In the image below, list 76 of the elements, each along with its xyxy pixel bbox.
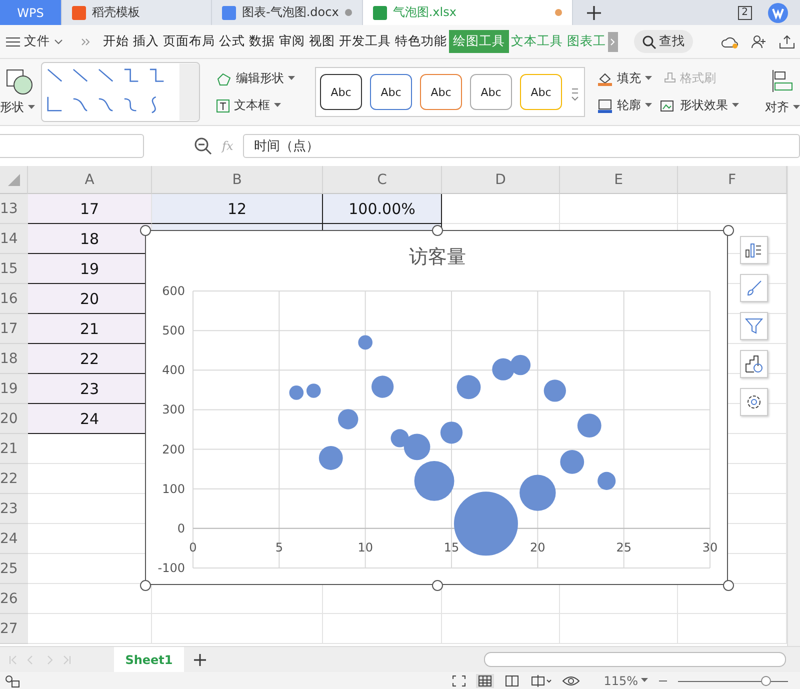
document-tab[interactable]: 气泡图.xlsx (362, 0, 573, 25)
column-header[interactable]: D (442, 166, 560, 194)
row-header[interactable]: 27 (0, 614, 28, 644)
row-header[interactable]: 21 (0, 434, 28, 464)
row-header[interactable]: 26 (0, 584, 28, 614)
shape-effects-button[interactable]: 形状效果 (660, 97, 739, 114)
row-header[interactable]: 23 (0, 494, 28, 524)
row-header[interactable]: 17 (0, 314, 28, 344)
table-cell: 12 (152, 194, 323, 224)
x-tick-label: 25 (616, 540, 632, 554)
row-header[interactable]: 19 (0, 374, 28, 404)
y-tick-label: 300 (162, 402, 185, 417)
y-tick-label: 100 (162, 482, 185, 496)
align-button[interactable]: 对齐 (765, 98, 800, 116)
x-tick-label: 30 (702, 540, 718, 554)
menu-tab[interactable]: 文本工具 (509, 30, 565, 53)
document-tab[interactable]: 图表-气泡图.docx (212, 0, 363, 25)
outline-button[interactable]: 轮廓 (597, 97, 652, 114)
menu-tab[interactable]: 图表工 (565, 30, 608, 53)
shape-style[interactable]: Abc (420, 74, 462, 110)
row-header[interactable]: 18 (0, 344, 28, 374)
column-header[interactable]: C (323, 166, 442, 194)
column-header[interactable]: A (28, 166, 152, 194)
row-header[interactable]: 15 (0, 254, 28, 284)
y-tick-label: 200 (162, 442, 185, 456)
column-header[interactable]: B (152, 166, 323, 194)
x-tick-label: 5 (275, 540, 283, 554)
table-cell: 18 (28, 224, 152, 254)
menu-tab[interactable]: 插入 (131, 30, 161, 53)
table-cell: 17 (28, 194, 152, 224)
row-header[interactable]: 14 (0, 224, 28, 254)
menu-tab[interactable]: 开发工具 (337, 30, 393, 53)
menu-tab[interactable]: 绘图工具 (449, 30, 509, 53)
document-tab[interactable]: WPS (0, 0, 62, 25)
menu-tab[interactable]: 审阅 (277, 30, 307, 53)
y-tick-label: 0 (177, 521, 185, 536)
y-tick-label: 500 (162, 324, 185, 338)
column-header[interactable]: F (678, 166, 787, 194)
x-tick-label: 10 (358, 540, 373, 554)
row-header[interactable]: 16 (0, 284, 28, 314)
shape-style[interactable]: Abc (520, 74, 562, 110)
menu-tab[interactable]: 数据 (247, 30, 277, 53)
page-indicator[interactable]: 2 (738, 6, 752, 20)
menu-tab[interactable]: 视图 (307, 30, 337, 53)
row-header[interactable]: 13 (0, 194, 28, 224)
search-button[interactable]: 查找 (634, 30, 693, 53)
x-tick-label: 20 (530, 540, 546, 554)
menu-tab[interactable]: 开始 (101, 30, 131, 53)
row-header[interactable]: 25 (0, 554, 28, 584)
sheet-tab[interactable]: Sheet1 (114, 647, 184, 672)
formula-field[interactable]: 时间（点） (243, 134, 800, 158)
y-tick-label: 400 (162, 363, 185, 378)
row-header[interactable]: 24 (0, 524, 28, 554)
zoom-level[interactable]: 115% (604, 674, 648, 688)
shape-button[interactable]: 形状 (0, 98, 35, 116)
x-tick-label: 0 (189, 540, 197, 554)
shape-style[interactable]: Abc (320, 74, 362, 110)
file-menu[interactable]: 文件 (0, 33, 71, 50)
fill-button[interactable]: 填充 (597, 70, 652, 87)
y-tick-label: -100 (158, 561, 185, 575)
column-header[interactable]: E (560, 166, 678, 194)
shape-style[interactable]: Abc (470, 74, 512, 110)
y-tick-label: 600 (162, 284, 185, 298)
menu-tab[interactable]: 公式 (217, 30, 247, 53)
text-box-button[interactable]: 文本框 (216, 97, 295, 114)
chart-title: 访客量 (409, 246, 466, 268)
edit-shape-button[interactable]: 编辑形状 (216, 70, 295, 87)
menu-tab[interactable]: 页面布局 (161, 30, 217, 53)
row-header[interactable]: 22 (0, 464, 28, 494)
bubble-chart[interactable]: 访客量 -100 0 100 200 300 400 500 600 0 5 10 15 20 25 30 (145, 230, 728, 585)
document-tab[interactable]: 稻壳模板 (62, 0, 212, 25)
x-tick-label: 15 (444, 540, 460, 554)
menu-tab[interactable]: 特色功能 (393, 30, 449, 53)
shape-style[interactable]: Abc (370, 74, 412, 110)
table-cell: 100.00% (323, 194, 442, 224)
row-header[interactable]: 20 (0, 404, 28, 434)
